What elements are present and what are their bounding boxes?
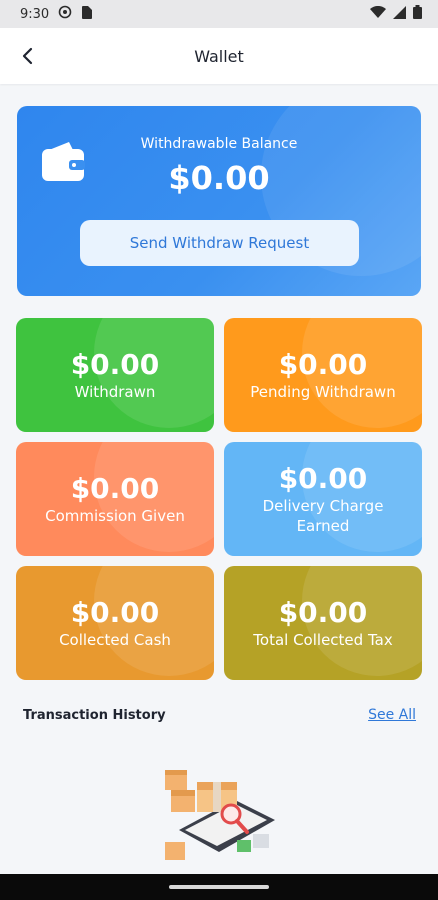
see-all-link[interactable]: See All bbox=[368, 707, 416, 723]
stat-label: Withdrawn bbox=[74, 383, 156, 401]
stat-card-commission-given: $0.00 Commission Given bbox=[16, 442, 214, 556]
status-bar: 9:30 bbox=[0, 0, 438, 28]
back-arrow-icon bbox=[22, 47, 33, 65]
settings-status-icon bbox=[58, 5, 72, 23]
send-withdraw-request-button[interactable]: Send Withdraw Request bbox=[80, 220, 359, 266]
withdrawable-balance-card: Withdrawable Balance $0.00 Send Withdraw… bbox=[17, 106, 421, 296]
stat-label: Pending Withdrawn bbox=[250, 383, 396, 401]
balance-label: Withdrawable Balance bbox=[140, 136, 298, 152]
stat-amount: $0.00 bbox=[278, 596, 368, 629]
sim-status-icon bbox=[81, 5, 93, 23]
stat-label: Delivery Charge Earned bbox=[262, 497, 384, 535]
page-title: Wallet bbox=[194, 46, 244, 66]
stat-label: Commission Given bbox=[45, 507, 185, 525]
transaction-history-title: Transaction History bbox=[23, 708, 166, 723]
balance-amount: $0.00 bbox=[168, 159, 270, 197]
stat-amount: $0.00 bbox=[278, 348, 368, 381]
stat-amount: $0.00 bbox=[70, 596, 160, 629]
signal-icon bbox=[393, 5, 406, 23]
stat-card-withdrawn: $0.00 Withdrawn bbox=[16, 318, 214, 432]
system-navigation-bar bbox=[0, 874, 438, 900]
stat-amount: $0.00 bbox=[70, 472, 160, 505]
stat-amount: $0.00 bbox=[278, 462, 368, 495]
home-gesture-handle[interactable] bbox=[169, 885, 269, 889]
stat-card-delivery-charge-earned: $0.00 Delivery Charge Earned bbox=[224, 442, 422, 556]
battery-icon bbox=[413, 5, 422, 23]
stat-label: Total Collected Tax bbox=[253, 631, 393, 649]
stat-card-collected-cash: $0.00 Collected Cash bbox=[16, 566, 214, 680]
status-time: 9:30 bbox=[20, 6, 50, 22]
stat-label: Collected Cash bbox=[59, 631, 171, 649]
stat-card-total-collected-tax: $0.00 Total Collected Tax bbox=[224, 566, 422, 680]
empty-boxes-illustration bbox=[157, 760, 281, 868]
app-bar: Wallet bbox=[0, 28, 438, 84]
wifi-icon bbox=[370, 5, 386, 23]
back-button[interactable] bbox=[14, 42, 42, 70]
stat-card-pending-withdrawn: $0.00 Pending Withdrawn bbox=[224, 318, 422, 432]
stat-amount: $0.00 bbox=[70, 348, 160, 381]
